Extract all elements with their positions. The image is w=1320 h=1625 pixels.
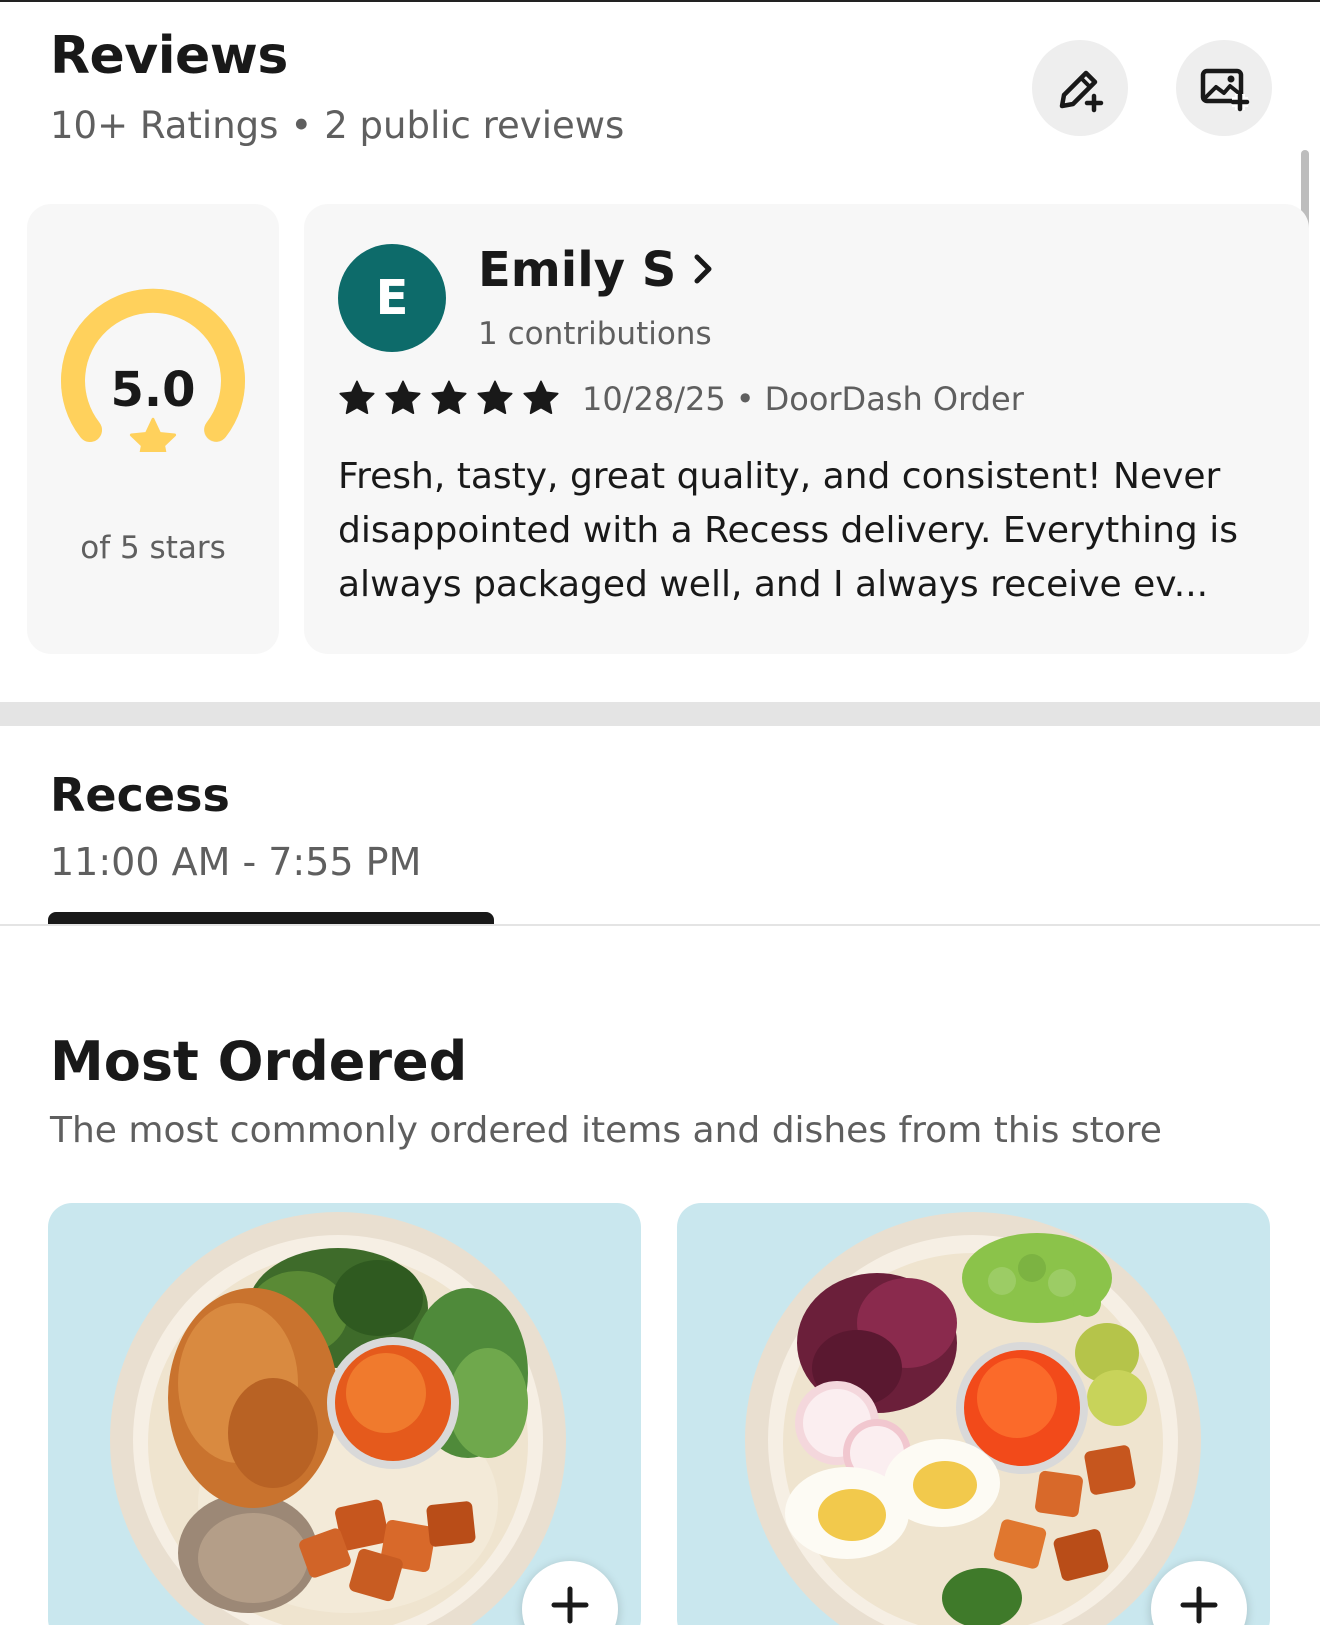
menu-item-card[interactable] xyxy=(48,1203,641,1625)
tabs-divider xyxy=(0,924,1320,926)
plus-icon xyxy=(551,1586,589,1624)
most-ordered-title: Most Ordered xyxy=(50,1030,468,1093)
avatar-initial: E xyxy=(375,270,409,326)
chicken-bowl-image xyxy=(110,1212,566,1625)
review-meta-row: 10/28/25 • DoorDash Order xyxy=(338,380,1024,418)
review-stars xyxy=(338,380,568,418)
rating-caption: of 5 stars xyxy=(80,530,226,566)
section-divider xyxy=(0,702,1320,726)
store-name: Recess xyxy=(50,768,230,822)
review-meta: 10/28/25 • DoorDash Order xyxy=(582,380,1024,418)
review-date: 10/28/25 xyxy=(582,380,726,418)
store-hours: 11:00 AM - 7:55 PM xyxy=(50,840,422,884)
star-icon xyxy=(523,380,559,415)
add-photo-button[interactable] xyxy=(1176,40,1272,136)
public-reviews-count[interactable]: 2 public reviews xyxy=(324,104,624,147)
add-photo-icon xyxy=(1200,68,1250,112)
review-text: Fresh, tasty, great quality, and consist… xyxy=(338,456,1238,605)
rating-summary-card: 5.0 of 5 stars xyxy=(27,204,279,654)
reviews-title: Reviews xyxy=(50,26,288,86)
chevron-right-icon[interactable] xyxy=(688,252,718,286)
veggie-egg-bowl-image xyxy=(745,1212,1201,1625)
star-icon xyxy=(385,380,421,415)
review-card[interactable]: E Emily S 1 contributions 10/28/25 • DoorD… xyxy=(304,204,1309,654)
plus-icon xyxy=(1180,1586,1218,1624)
avatar[interactable]: E xyxy=(338,244,446,352)
star-icon xyxy=(339,380,375,415)
menu-item-card[interactable] xyxy=(677,1203,1270,1625)
top-border xyxy=(0,0,1320,2)
separator-dot: • xyxy=(290,104,313,147)
reviews-summary: 10+ Ratings • 2 public reviews xyxy=(50,104,624,147)
star-icon xyxy=(477,380,513,415)
review-source: DoorDash Order xyxy=(764,380,1024,418)
write-review-button[interactable] xyxy=(1032,40,1128,136)
star-icon xyxy=(129,417,177,452)
rating-value: 5.0 xyxy=(110,362,196,418)
edit-pencil-plus-icon xyxy=(1059,70,1104,113)
separator-dot: • xyxy=(735,380,755,418)
ratings-count: 10+ Ratings xyxy=(50,104,279,147)
reviewer-name[interactable]: Emily S xyxy=(478,242,676,298)
star-icon xyxy=(431,380,467,415)
reviewer-contributions: 1 contributions xyxy=(478,316,712,352)
most-ordered-subtitle: The most commonly ordered items and dish… xyxy=(50,1110,1162,1151)
